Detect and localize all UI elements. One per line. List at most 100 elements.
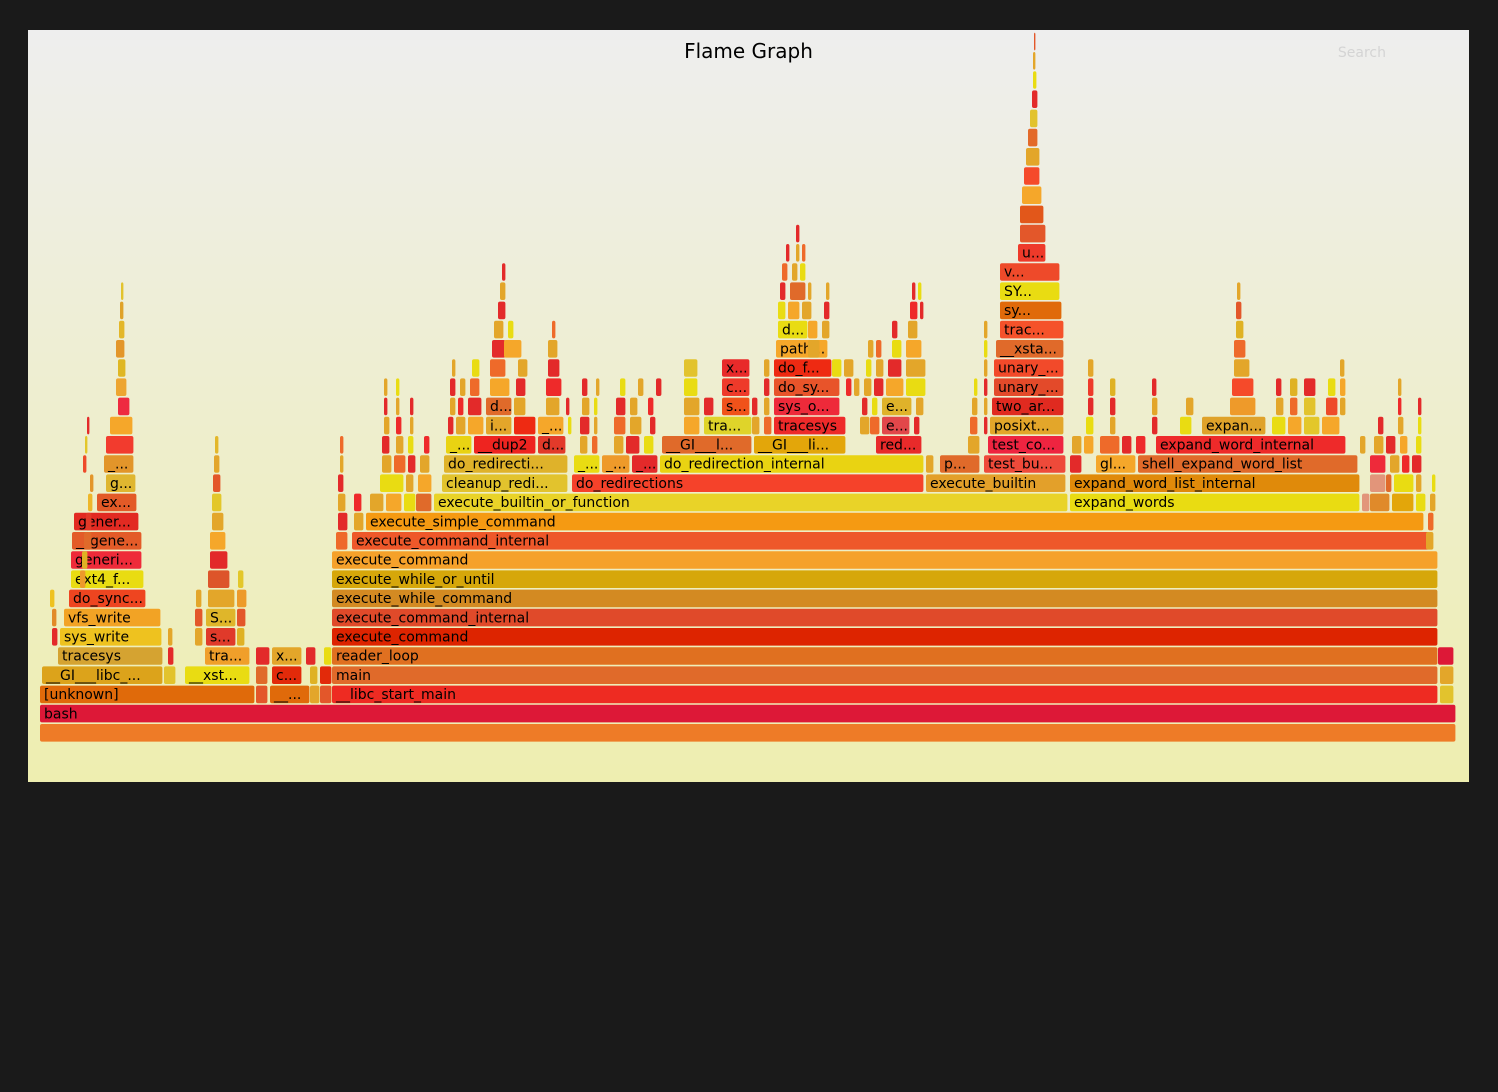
flame-frame[interactable] [984,397,988,416]
flame-frame[interactable] [500,282,506,300]
frame-bar[interactable] [210,532,226,550]
flame-frame[interactable] [824,301,830,320]
flame-frame[interactable] [516,378,526,396]
flame-frame[interactable] [380,474,404,492]
flame-frame[interactable]: v... [1000,263,1060,281]
frame-bar[interactable] [214,455,220,473]
frame-bar[interactable] [920,301,924,320]
flame-frame[interactable] [396,436,404,454]
flame-frame[interactable] [1230,397,1256,416]
flame-frame[interactable] [338,512,348,531]
frame-bar[interactable] [354,493,362,512]
frame-bar[interactable] [237,589,247,608]
frame-bar[interactable] [984,320,988,339]
flame-frame[interactable]: tracesys [58,647,163,665]
frame-bar[interactable] [1088,378,1094,396]
frame-bar[interactable] [310,666,318,684]
frame-bar[interactable] [906,359,926,377]
frame-bar[interactable] [1033,52,1036,70]
frame-bar[interactable] [844,359,854,377]
frame-bar[interactable] [1136,436,1146,454]
flame-frame[interactable] [1152,397,1158,416]
frame-bar[interactable] [338,512,348,531]
frame-bar[interactable] [458,397,464,416]
frame-bar[interactable] [580,416,590,435]
frame-bar[interactable] [1032,90,1038,108]
flame-frame[interactable]: __dup2 [474,436,536,454]
frame-bar[interactable] [1340,378,1346,396]
flame-frame[interactable] [592,436,598,454]
flame-frame[interactable] [906,378,926,396]
flame-frame[interactable]: s... [722,397,750,416]
flame-frame[interactable] [870,416,880,435]
frame-bar[interactable] [684,397,700,416]
flame-frame[interactable] [626,436,640,454]
flame-frame[interactable]: do_redirection_internal [660,455,924,473]
frame-bar[interactable] [1412,455,1422,473]
flame-frame[interactable]: _... [104,455,134,473]
frame-bar[interactable] [1390,455,1400,473]
frame-bar[interactable] [1392,493,1414,512]
flame-frame[interactable]: expand_word_internal [1156,436,1346,454]
flame-frame[interactable]: main [332,666,1438,684]
flame-frame[interactable]: d... [486,397,512,416]
frame-bar[interactable] [1428,512,1434,531]
flame-frame[interactable] [50,589,55,608]
flame-frame[interactable] [237,589,247,608]
flame-frame[interactable] [914,416,920,435]
flame-frame[interactable] [826,282,830,300]
flame-frame[interactable] [1070,455,1082,473]
flame-frame[interactable] [1328,378,1336,396]
flame-frame[interactable]: execute_simple_command [366,512,1424,531]
flame-frame[interactable] [1236,320,1244,339]
flame-frame[interactable]: do_sync... [69,589,146,608]
frame-bar[interactable] [340,436,344,454]
frame-bar[interactable] [1020,224,1046,243]
flame-frame[interactable]: S... [206,608,236,627]
frame-bar[interactable] [782,263,788,281]
flame-frame[interactable] [788,301,800,320]
frame-bar[interactable] [338,493,346,512]
frame-bar[interactable] [1288,416,1302,435]
flame-frame[interactable] [416,493,432,512]
flame-frame[interactable] [458,397,464,416]
flame-frame[interactable] [844,359,854,377]
frame-bar[interactable] [548,359,560,377]
frame-bar[interactable] [460,378,466,396]
flame-frame[interactable] [1440,685,1454,704]
frame-bar[interactable] [788,301,800,320]
flame-frame[interactable] [448,416,454,435]
frame-bar[interactable] [860,416,870,435]
flame-frame[interactable] [1418,416,1422,435]
frame-bar[interactable] [1326,397,1338,416]
flame-frame[interactable] [1084,436,1094,454]
frame-bar[interactable] [866,359,872,377]
frame-bar[interactable] [826,282,830,300]
flame-frame[interactable] [215,436,219,454]
flame-frame[interactable]: __GI___libc_... [42,666,163,684]
flame-frame[interactable]: unary_... [994,359,1064,377]
flame-frame[interactable] [1236,301,1242,320]
frame-bar[interactable] [638,378,644,396]
flame-frame[interactable] [86,512,92,531]
flame-frame[interactable] [854,378,860,396]
frame-bar[interactable] [568,416,572,435]
flame-frame[interactable]: c... [722,378,750,396]
flame-frame[interactable]: shell_expand_word_list [1138,455,1358,473]
frame-bar[interactable] [237,628,245,646]
frame-bar[interactable] [546,397,560,416]
frame-bar[interactable] [914,416,920,435]
frame-bar[interactable] [872,397,878,416]
frame-bar[interactable] [1186,397,1194,416]
frame-bar[interactable] [450,378,456,396]
flame-frame[interactable] [384,397,388,416]
flame-frame[interactable] [752,397,758,416]
frame-bar[interactable] [110,416,133,435]
flame-frame[interactable] [196,589,202,608]
frame-bar[interactable] [380,474,404,492]
flame-frame[interactable] [916,397,924,416]
flame-frame[interactable] [1024,167,1040,185]
frame-bar[interactable] [213,474,221,492]
flame-frame[interactable]: sy... [1000,301,1062,320]
flame-frame[interactable] [1430,493,1436,512]
